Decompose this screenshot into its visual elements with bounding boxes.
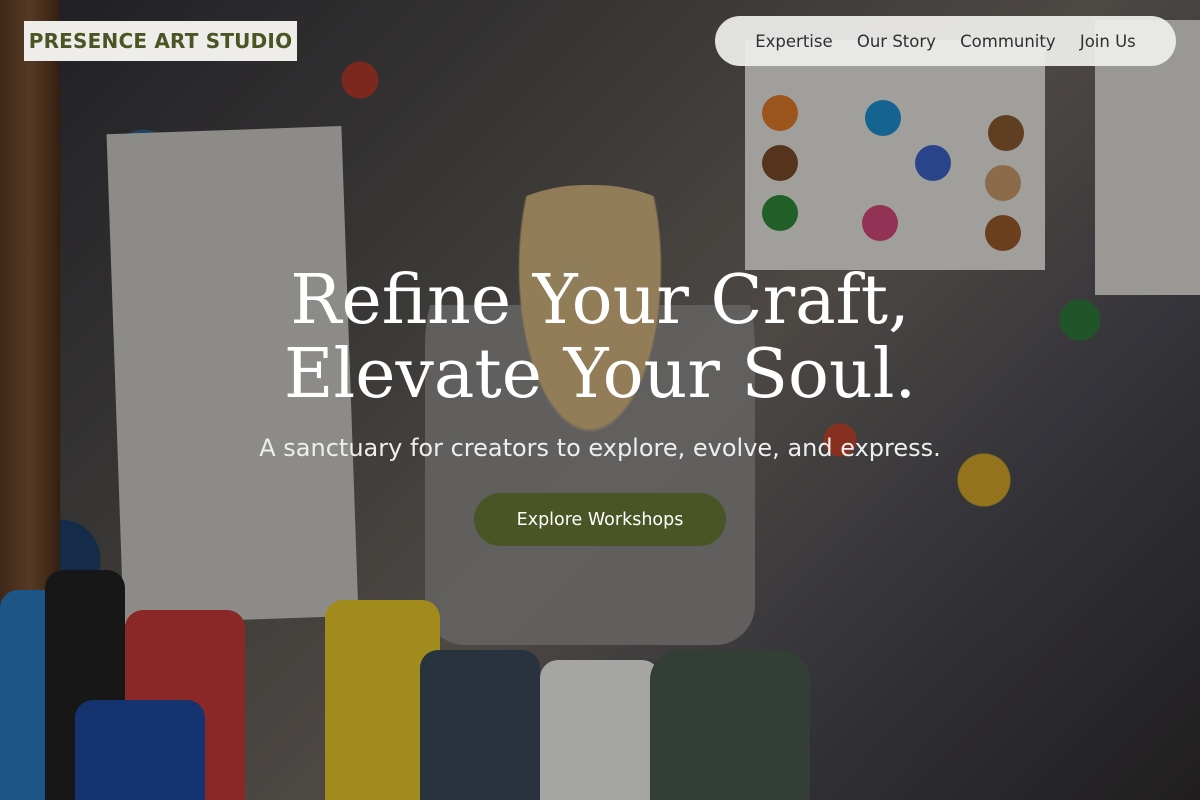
main-nav: Expertise Our Story Community Join Us <box>715 16 1176 66</box>
hero-title-line-1: Refine Your Craft, <box>290 261 910 340</box>
hero-title-line-2: Elevate Your Soul. <box>283 335 917 414</box>
hero-title: Refine Your Craft, Elevate Your Soul. <box>0 264 1200 412</box>
hero-subtitle: A sanctuary for creators to explore, evo… <box>259 434 941 462</box>
nav-item-join-us[interactable]: Join Us <box>1080 32 1136 51</box>
nav-item-expertise[interactable]: Expertise <box>755 32 832 51</box>
nav-item-our-story[interactable]: Our Story <box>857 32 936 51</box>
nav-item-community[interactable]: Community <box>960 32 1056 51</box>
brand-logo[interactable]: PRESENCE ART STUDIO <box>24 21 297 61</box>
explore-workshops-button[interactable]: Explore Workshops <box>474 493 726 546</box>
